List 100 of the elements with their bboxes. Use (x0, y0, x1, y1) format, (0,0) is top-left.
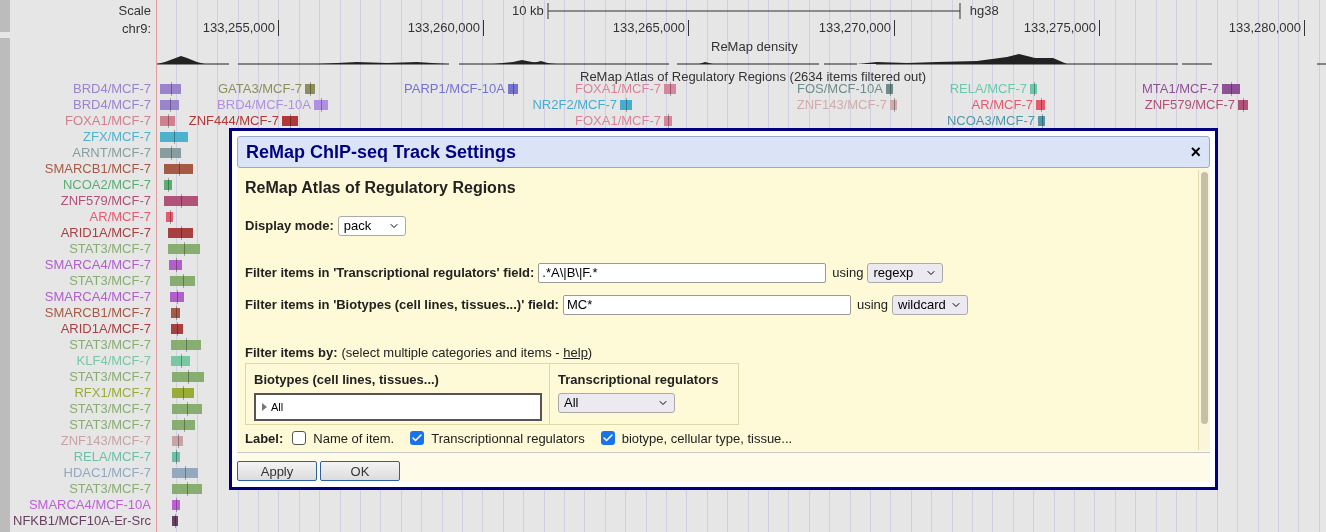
feature-bar[interactable] (160, 148, 181, 158)
filter-input[interactable]: .*A\|B\|F.* (538, 263, 827, 283)
track-item-label[interactable]: GATA3/MCF-7 (217, 81, 302, 97)
triangle-right-icon[interactable] (262, 403, 267, 411)
track-item-label[interactable]: NR2F2/MCF-7 (532, 97, 617, 113)
track-item-label[interactable]: STAT3/MCF-7 (69, 417, 151, 433)
track-item-label[interactable]: NCOA3/MCF-7 (946, 113, 1035, 129)
track-item-label[interactable]: PARP1/MCF-10A (404, 81, 505, 97)
track-item-label[interactable]: MTA1/MCF-7 (1141, 81, 1219, 97)
track-item-label[interactable]: BRD4/MCF-7 (73, 81, 151, 97)
track-item-label[interactable]: STAT3/MCF-7 (69, 401, 151, 417)
track-item-label[interactable]: ZNF444/MCF-7 (188, 113, 279, 129)
track-item-label[interactable]: ZNF143/MCF-7 (796, 97, 887, 113)
track-item-label[interactable]: BRD4/MCF-7 (73, 97, 151, 113)
feature-bar[interactable] (172, 388, 194, 398)
feature-bar[interactable] (170, 276, 195, 286)
feature-bar[interactable] (664, 116, 672, 126)
track-item-label[interactable]: NFKB1/MCF10A-Er-Src (13, 513, 151, 529)
feature-bar[interactable] (172, 436, 183, 446)
category-select[interactable]: All (558, 393, 675, 413)
feature-bar[interactable] (1238, 100, 1248, 110)
category-tree[interactable]: All (254, 393, 542, 421)
track-item-label[interactable]: SMARCB1/MCF-7 (44, 305, 151, 321)
track-item-label[interactable]: RELA/MCF-7 (73, 449, 151, 465)
feature-bar[interactable] (168, 244, 200, 254)
track-item-label[interactable]: NCOA2/MCF-7 (62, 177, 151, 193)
feature-bar[interactable] (305, 84, 315, 94)
feature-bar[interactable] (170, 292, 184, 302)
feature-bar[interactable] (1038, 116, 1045, 126)
feature-bar[interactable] (171, 324, 183, 334)
track-item-label[interactable]: RFX1/MCF-7 (74, 385, 151, 401)
feature-bar[interactable] (508, 84, 518, 94)
track-item-label[interactable]: ZNF579/MCF-7 (60, 193, 151, 209)
checkbox[interactable] (410, 431, 425, 446)
feature-bar[interactable] (164, 180, 172, 190)
feature-bar[interactable] (172, 420, 195, 430)
feature-bar[interactable] (160, 116, 175, 126)
track-item-label[interactable]: ARID1A/MCF-7 (60, 321, 151, 337)
track-handle[interactable] (0, 0, 10, 32)
match-type-select[interactable]: regexp (867, 263, 944, 283)
track-item-label[interactable]: STAT3/MCF-7 (69, 481, 151, 497)
scrollbar[interactable] (1198, 170, 1210, 450)
feature-bar[interactable] (171, 340, 201, 350)
track-item-label[interactable]: STAT3/MCF-7 (69, 337, 151, 353)
feature-bar[interactable] (171, 356, 190, 366)
track-item-label[interactable]: HDAC1/MCF-7 (63, 465, 151, 481)
feature-bar[interactable] (282, 116, 298, 126)
feature-bar[interactable] (1036, 100, 1045, 110)
feature-bar[interactable] (314, 100, 328, 110)
display-mode-select[interactable]: pack (337, 216, 406, 236)
feature-bar[interactable] (172, 516, 178, 526)
track-item-label[interactable]: ARNT/MCF-7 (72, 145, 151, 161)
track-item-label[interactable]: FOXA1/MCF-7 (575, 113, 661, 129)
feature-bar[interactable] (160, 84, 181, 94)
track-item-label[interactable]: SMARCA4/MCF-10A (28, 497, 151, 513)
track-item-label[interactable]: RELA/MCF-7 (949, 81, 1027, 97)
feature-bar[interactable] (172, 468, 198, 478)
track-item-label[interactable]: FOS/MCF-10A (797, 81, 883, 97)
track-item-label[interactable]: SMARCA4/MCF-7 (44, 257, 151, 273)
feature-bar[interactable] (164, 164, 193, 174)
feature-bar[interactable] (1030, 84, 1037, 94)
track-item-label[interactable]: AR/MCF-7 (971, 97, 1033, 113)
feature-bar[interactable] (160, 132, 188, 142)
feature-bar[interactable] (1222, 84, 1240, 94)
feature-bar[interactable] (172, 484, 202, 494)
feature-bar[interactable] (664, 84, 676, 94)
filter-input[interactable]: MC* (562, 295, 851, 315)
track-item-label[interactable]: STAT3/MCF-7 (69, 273, 151, 289)
close-button[interactable]: × (1190, 143, 1201, 161)
feature-bar[interactable] (620, 100, 632, 110)
track-item-label[interactable]: AR/MCF-7 (89, 209, 151, 225)
feature-bar[interactable] (169, 260, 182, 270)
track-item-label[interactable]: BRD4/MCF-10A (217, 97, 311, 113)
track-item-label[interactable]: ZNF579/MCF-7 (1144, 97, 1235, 113)
track-item-label[interactable]: STAT3/MCF-7 (69, 241, 151, 257)
track-item-label[interactable]: SMARCB1/MCF-7 (44, 161, 151, 177)
match-type-select[interactable]: wildcard (892, 295, 968, 315)
dialog-button[interactable]: Apply (237, 461, 317, 481)
help-link[interactable]: help (563, 345, 588, 360)
checkbox[interactable] (600, 431, 615, 446)
dialog-button[interactable]: OK (320, 461, 400, 481)
feature-bar[interactable] (172, 452, 180, 462)
track-handle[interactable] (0, 38, 10, 532)
track-item-label[interactable]: ZNF143/MCF-7 (60, 433, 151, 449)
feature-bar[interactable] (166, 212, 173, 222)
feature-bar[interactable] (172, 500, 180, 510)
feature-bar[interactable] (172, 372, 204, 382)
feature-bar[interactable] (890, 100, 897, 110)
feature-bar[interactable] (168, 228, 193, 238)
track-item-label[interactable]: ZFX/MCF-7 (83, 129, 151, 145)
track-item-label[interactable]: STAT3/MCF-7 (69, 369, 151, 385)
track-item-label[interactable]: FOXA1/MCF-7 (65, 113, 151, 129)
feature-bar[interactable] (164, 196, 198, 206)
track-item-label[interactable]: KLF4/MCF-7 (76, 353, 151, 369)
feature-bar[interactable] (886, 84, 893, 94)
track-item-label[interactable]: ARID1A/MCF-7 (60, 225, 151, 241)
feature-bar[interactable] (171, 308, 180, 318)
checkbox[interactable] (292, 431, 307, 446)
feature-bar[interactable] (160, 100, 179, 110)
feature-bar[interactable] (172, 404, 202, 414)
